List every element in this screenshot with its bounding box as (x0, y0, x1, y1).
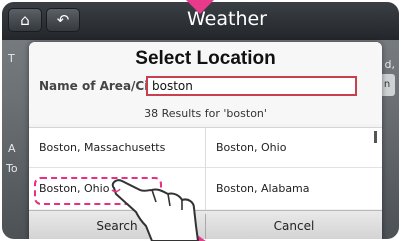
result-item[interactable]: Boston, Alabama (206, 169, 382, 209)
results-count: 38 Results for 'boston' (144, 107, 267, 120)
result-item[interactable]: Boston, Massachusetts (29, 128, 205, 168)
area-city-input[interactable]: boston (146, 76, 357, 96)
area-city-label: Name of Area/City (39, 79, 162, 93)
background-text: d, (384, 58, 395, 71)
result-item[interactable]: Boston, Ohio (206, 128, 382, 168)
back-arrow-icon: ↶ (56, 11, 70, 29)
cancel-button[interactable]: Cancel (206, 211, 382, 239)
scrollbar[interactable] (374, 131, 377, 143)
pointer-arrow-icon (184, 0, 216, 14)
app-title: Weather (187, 8, 267, 30)
background-text: T (8, 52, 15, 65)
dialog-title: Select Location (135, 48, 276, 69)
back-button[interactable]: ↶ (46, 8, 80, 32)
background-text: A (8, 142, 16, 155)
tapping-hand-icon (111, 179, 199, 241)
home-button[interactable]: ⌂ (8, 8, 42, 32)
background-text: To (6, 162, 18, 175)
home-icon: ⌂ (20, 11, 30, 29)
dialog-header: Select Location Name of Area/City boston… (29, 42, 382, 124)
